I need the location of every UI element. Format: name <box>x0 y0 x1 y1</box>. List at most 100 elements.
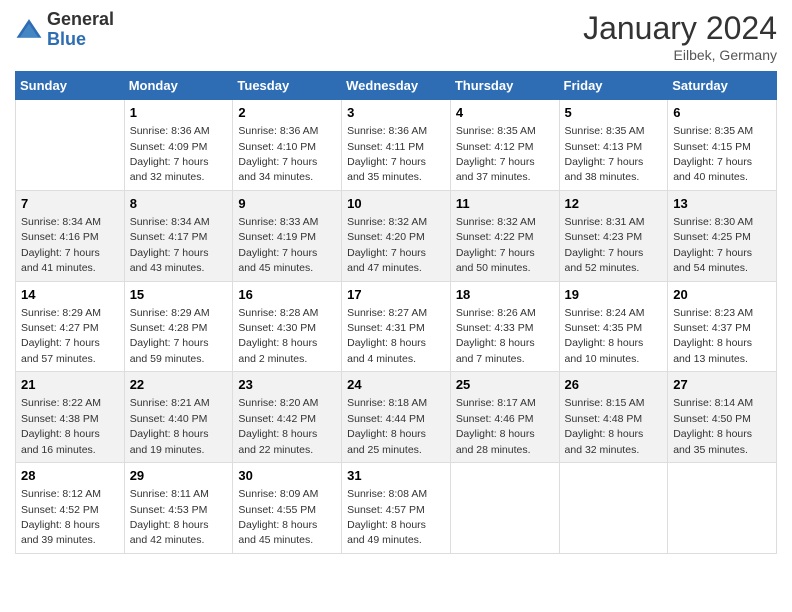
day-number: 7 <box>21 195 119 213</box>
day-number: 13 <box>673 195 771 213</box>
week-row-1: 1 Sunrise: 8:36 AM Sunset: 4:09 PM Dayli… <box>16 100 777 191</box>
day-number: 9 <box>238 195 336 213</box>
day-number: 19 <box>565 286 663 304</box>
sunrise: Sunrise: 8:18 AM <box>347 397 427 409</box>
sunset: Sunset: 4:46 PM <box>456 413 534 425</box>
sunset: Sunset: 4:10 PM <box>238 141 316 153</box>
day-number: 17 <box>347 286 445 304</box>
sunset: Sunset: 4:57 PM <box>347 504 425 516</box>
sunrise: Sunrise: 8:36 AM <box>238 125 318 137</box>
sunset: Sunset: 4:37 PM <box>673 322 751 334</box>
header-cell-monday: Monday <box>124 72 233 100</box>
daylight: Daylight: 8 hours and 35 minutes. <box>673 428 752 455</box>
daylight: Daylight: 8 hours and 39 minutes. <box>21 519 100 546</box>
day-number: 2 <box>238 104 336 122</box>
header-cell-wednesday: Wednesday <box>342 72 451 100</box>
day-number: 16 <box>238 286 336 304</box>
sunset: Sunset: 4:15 PM <box>673 141 751 153</box>
sunset: Sunset: 4:27 PM <box>21 322 99 334</box>
day-cell: 28 Sunrise: 8:12 AM Sunset: 4:52 PM Dayl… <box>16 463 125 554</box>
sunset: Sunset: 4:38 PM <box>21 413 99 425</box>
sunset: Sunset: 4:52 PM <box>21 504 99 516</box>
daylight: Daylight: 8 hours and 13 minutes. <box>673 337 752 364</box>
day-number: 4 <box>456 104 554 122</box>
daylight: Daylight: 8 hours and 49 minutes. <box>347 519 426 546</box>
day-cell: 29 Sunrise: 8:11 AM Sunset: 4:53 PM Dayl… <box>124 463 233 554</box>
daylight: Daylight: 7 hours and 38 minutes. <box>565 156 644 183</box>
day-cell: 14 Sunrise: 8:29 AM Sunset: 4:27 PM Dayl… <box>16 281 125 372</box>
day-cell: 3 Sunrise: 8:36 AM Sunset: 4:11 PM Dayli… <box>342 100 451 191</box>
header-cell-tuesday: Tuesday <box>233 72 342 100</box>
daylight: Daylight: 8 hours and 7 minutes. <box>456 337 535 364</box>
logo: General Blue <box>15 10 114 50</box>
week-row-2: 7 Sunrise: 8:34 AM Sunset: 4:16 PM Dayli… <box>16 190 777 281</box>
sunset: Sunset: 4:25 PM <box>673 231 751 243</box>
daylight: Daylight: 7 hours and 34 minutes. <box>238 156 317 183</box>
day-cell: 9 Sunrise: 8:33 AM Sunset: 4:19 PM Dayli… <box>233 190 342 281</box>
sunrise: Sunrise: 8:17 AM <box>456 397 536 409</box>
day-cell: 21 Sunrise: 8:22 AM Sunset: 4:38 PM Dayl… <box>16 372 125 463</box>
day-cell: 6 Sunrise: 8:35 AM Sunset: 4:15 PM Dayli… <box>668 100 777 191</box>
day-number: 31 <box>347 467 445 485</box>
daylight: Daylight: 8 hours and 28 minutes. <box>456 428 535 455</box>
sunset: Sunset: 4:30 PM <box>238 322 316 334</box>
day-cell: 12 Sunrise: 8:31 AM Sunset: 4:23 PM Dayl… <box>559 190 668 281</box>
sunset: Sunset: 4:33 PM <box>456 322 534 334</box>
daylight: Daylight: 7 hours and 43 minutes. <box>130 247 209 274</box>
sunset: Sunset: 4:42 PM <box>238 413 316 425</box>
sunset: Sunset: 4:35 PM <box>565 322 643 334</box>
sunset: Sunset: 4:40 PM <box>130 413 208 425</box>
day-cell <box>668 463 777 554</box>
sunrise: Sunrise: 8:34 AM <box>130 216 210 228</box>
sunrise: Sunrise: 8:30 AM <box>673 216 753 228</box>
day-number: 29 <box>130 467 228 485</box>
sunrise: Sunrise: 8:27 AM <box>347 307 427 319</box>
sunrise: Sunrise: 8:28 AM <box>238 307 318 319</box>
sunset: Sunset: 4:11 PM <box>347 141 424 153</box>
sunset: Sunset: 4:55 PM <box>238 504 316 516</box>
day-number: 8 <box>130 195 228 213</box>
sunrise: Sunrise: 8:15 AM <box>565 397 645 409</box>
sunset: Sunset: 4:22 PM <box>456 231 534 243</box>
day-cell: 10 Sunrise: 8:32 AM Sunset: 4:20 PM Dayl… <box>342 190 451 281</box>
day-cell: 27 Sunrise: 8:14 AM Sunset: 4:50 PM Dayl… <box>668 372 777 463</box>
daylight: Daylight: 7 hours and 45 minutes. <box>238 247 317 274</box>
daylight: Daylight: 8 hours and 4 minutes. <box>347 337 426 364</box>
sunset: Sunset: 4:48 PM <box>565 413 643 425</box>
day-cell: 26 Sunrise: 8:15 AM Sunset: 4:48 PM Dayl… <box>559 372 668 463</box>
sunset: Sunset: 4:31 PM <box>347 322 425 334</box>
daylight: Daylight: 8 hours and 19 minutes. <box>130 428 209 455</box>
header-cell-saturday: Saturday <box>668 72 777 100</box>
header-cell-sunday: Sunday <box>16 72 125 100</box>
sunrise: Sunrise: 8:32 AM <box>456 216 536 228</box>
daylight: Daylight: 7 hours and 52 minutes. <box>565 247 644 274</box>
header-cell-friday: Friday <box>559 72 668 100</box>
sunrise: Sunrise: 8:35 AM <box>456 125 536 137</box>
sunrise: Sunrise: 8:32 AM <box>347 216 427 228</box>
daylight: Daylight: 8 hours and 16 minutes. <box>21 428 100 455</box>
header-cell-thursday: Thursday <box>450 72 559 100</box>
day-number: 25 <box>456 376 554 394</box>
sunset: Sunset: 4:23 PM <box>565 231 643 243</box>
sunrise: Sunrise: 8:14 AM <box>673 397 753 409</box>
daylight: Daylight: 7 hours and 59 minutes. <box>130 337 209 364</box>
day-cell: 15 Sunrise: 8:29 AM Sunset: 4:28 PM Dayl… <box>124 281 233 372</box>
day-number: 20 <box>673 286 771 304</box>
sunset: Sunset: 4:44 PM <box>347 413 425 425</box>
sunrise: Sunrise: 8:29 AM <box>130 307 210 319</box>
sunrise: Sunrise: 8:23 AM <box>673 307 753 319</box>
day-number: 23 <box>238 376 336 394</box>
day-number: 21 <box>21 376 119 394</box>
day-number: 5 <box>565 104 663 122</box>
sunrise: Sunrise: 8:22 AM <box>21 397 101 409</box>
daylight: Daylight: 8 hours and 10 minutes. <box>565 337 644 364</box>
day-cell: 30 Sunrise: 8:09 AM Sunset: 4:55 PM Dayl… <box>233 463 342 554</box>
day-number: 27 <box>673 376 771 394</box>
day-cell: 23 Sunrise: 8:20 AM Sunset: 4:42 PM Dayl… <box>233 372 342 463</box>
week-row-5: 28 Sunrise: 8:12 AM Sunset: 4:52 PM Dayl… <box>16 463 777 554</box>
day-number: 24 <box>347 376 445 394</box>
sunrise: Sunrise: 8:20 AM <box>238 397 318 409</box>
day-cell <box>559 463 668 554</box>
day-cell: 13 Sunrise: 8:30 AM Sunset: 4:25 PM Dayl… <box>668 190 777 281</box>
day-cell: 19 Sunrise: 8:24 AM Sunset: 4:35 PM Dayl… <box>559 281 668 372</box>
